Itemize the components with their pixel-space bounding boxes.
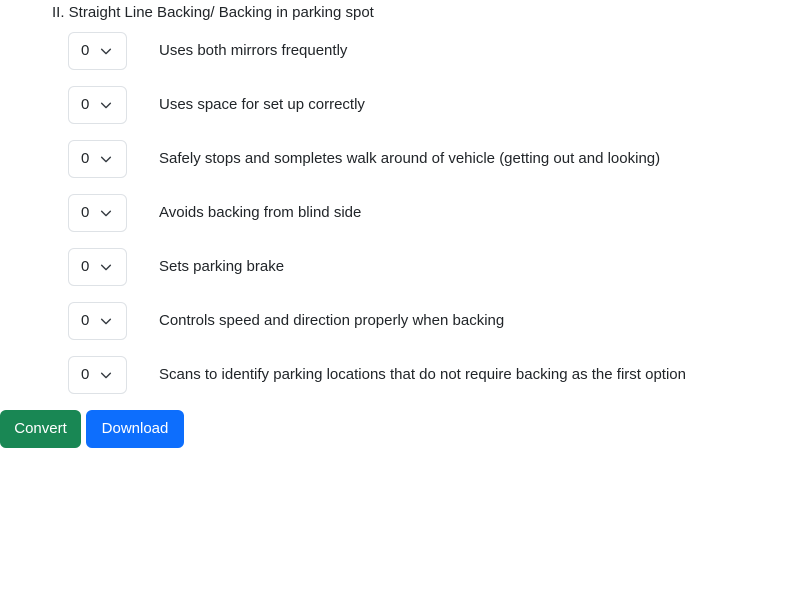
score-select[interactable]: 0 (68, 32, 127, 70)
checklist-row: 0 Scans to identify parking locations th… (68, 356, 788, 394)
checklist-item-label: Uses both mirrors frequently (159, 42, 348, 59)
score-select[interactable]: 0 (68, 356, 127, 394)
score-value: 0 (81, 366, 90, 383)
checklist: 0 Uses both mirrors frequently 0 Uses sp… (68, 32, 788, 410)
checklist-row: 0 Sets parking brake (68, 248, 788, 286)
checklist-item-label: Sets parking brake (159, 258, 285, 275)
convert-button[interactable]: Convert (0, 410, 81, 448)
score-value: 0 (81, 96, 90, 113)
checklist-row: 0 Avoids backing from blind side (68, 194, 788, 232)
checklist-item-label: Avoids backing from blind side (159, 204, 362, 221)
chevron-down-icon (99, 368, 113, 382)
checklist-row: 0 Uses space for set up correctly (68, 86, 788, 124)
score-select[interactable]: 0 (68, 140, 127, 178)
chevron-down-icon (99, 260, 113, 274)
score-select[interactable]: 0 (68, 86, 127, 124)
score-value: 0 (81, 258, 90, 275)
checklist-row: 0 Uses both mirrors frequently (68, 32, 788, 70)
checklist-item-label: Controls speed and direction properly wh… (159, 312, 505, 329)
chevron-down-icon (99, 314, 113, 328)
score-select[interactable]: 0 (68, 302, 127, 340)
checklist-row: 0 Safely stops and sompletes walk around… (68, 140, 788, 178)
score-value: 0 (81, 42, 90, 59)
action-bar: Convert Download (0, 410, 184, 448)
checklist-item-label: Safely stops and sompletes walk around o… (159, 150, 661, 167)
chevron-down-icon (99, 44, 113, 58)
chevron-down-icon (99, 206, 113, 220)
score-select[interactable]: 0 (68, 248, 127, 286)
checklist-item-label: Uses space for set up correctly (159, 96, 365, 113)
chevron-down-icon (99, 98, 113, 112)
section-title: II. Straight Line Backing/ Backing in pa… (52, 4, 374, 21)
score-select[interactable]: 0 (68, 194, 127, 232)
checklist-row: 0 Controls speed and direction properly … (68, 302, 788, 340)
download-button[interactable]: Download (86, 410, 184, 448)
score-value: 0 (81, 150, 90, 167)
score-value: 0 (81, 204, 90, 221)
chevron-down-icon (99, 152, 113, 166)
checklist-item-label: Scans to identify parking locations that… (159, 366, 686, 383)
score-value: 0 (81, 312, 90, 329)
page: II. Straight Line Backing/ Backing in pa… (0, 0, 800, 600)
